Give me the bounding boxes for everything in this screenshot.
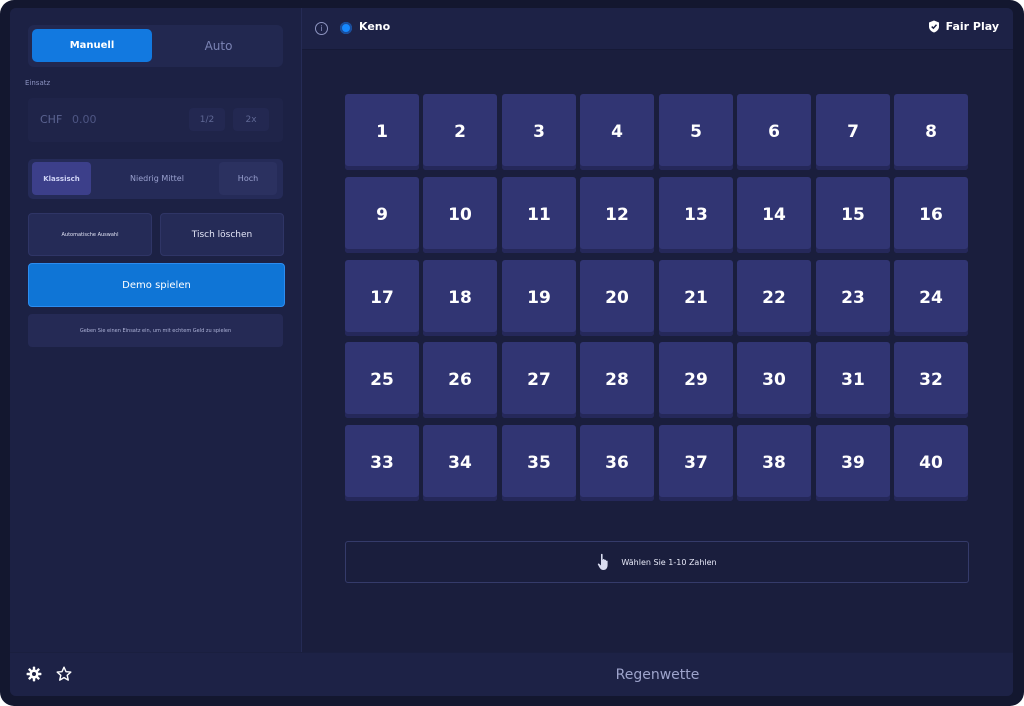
double-stake-button[interactable]: 2x bbox=[233, 108, 269, 131]
auto-select-button[interactable]: Automatische Auswahl bbox=[28, 213, 152, 256]
stake-value[interactable]: 0.00 bbox=[72, 113, 97, 126]
number-tile[interactable]: 28 bbox=[580, 342, 654, 418]
risk-niedrig-mittel[interactable]: Niedrig Mittel bbox=[94, 162, 220, 195]
number-tile[interactable]: 31 bbox=[816, 342, 890, 418]
number-tile[interactable]: 27 bbox=[502, 342, 576, 418]
number-tile[interactable]: 11 bbox=[502, 177, 576, 253]
tab-auto[interactable]: Auto bbox=[158, 29, 279, 62]
game-title: Keno bbox=[359, 20, 391, 33]
tab-manual[interactable]: Manuell bbox=[32, 29, 152, 62]
number-tile[interactable]: 5 bbox=[659, 94, 733, 170]
risk-hoch[interactable]: Hoch bbox=[219, 162, 277, 195]
bet-panel: Manuell Auto Einsatz CHF 0.00 1/2 2x Kla… bbox=[10, 8, 302, 652]
info-icon[interactable]: i bbox=[315, 22, 328, 35]
window-frame: Manuell Auto Einsatz CHF 0.00 1/2 2x Kla… bbox=[0, 0, 1024, 706]
bottom-title: Regenwette bbox=[615, 666, 700, 683]
number-tile[interactable]: 40 bbox=[894, 425, 968, 501]
number-tile[interactable]: 9 bbox=[345, 177, 419, 253]
stake-label: Einsatz bbox=[25, 79, 51, 87]
number-tile[interactable]: 22 bbox=[737, 260, 811, 336]
number-tile[interactable]: 35 bbox=[502, 425, 576, 501]
currency-label: CHF bbox=[40, 113, 63, 126]
number-tile[interactable]: 32 bbox=[894, 342, 968, 418]
clear-table-button[interactable]: Tisch löschen bbox=[160, 213, 284, 256]
hand-pointer-icon bbox=[598, 553, 608, 570]
number-tile[interactable]: 38 bbox=[737, 425, 811, 501]
number-tile[interactable]: 25 bbox=[345, 342, 419, 418]
number-tile[interactable]: 12 bbox=[580, 177, 654, 253]
number-tile[interactable]: 1 bbox=[345, 94, 419, 170]
number-tile[interactable]: 36 bbox=[580, 425, 654, 501]
number-grid: 1 2 3 4 5 6 7 8 9 10 11 12 13 14 15 16 17 18 19 20 21 22 23 24 2… bbox=[345, 94, 969, 502]
number-tile[interactable]: 29 bbox=[659, 342, 733, 418]
fair-play-label: Fair Play bbox=[945, 20, 999, 33]
number-tile[interactable]: 18 bbox=[423, 260, 497, 336]
stake-info-message: Geben Sie einen Einsatz ein, um mit echt… bbox=[28, 314, 283, 347]
game-board: 1 2 3 4 5 6 7 8 9 10 11 12 13 14 15 16 17 18 19 20 21 22 23 24 2… bbox=[302, 50, 1013, 652]
bottom-bar: Regenwette bbox=[10, 653, 1013, 696]
number-tile[interactable]: 33 bbox=[345, 425, 419, 501]
number-tile[interactable]: 39 bbox=[816, 425, 890, 501]
number-tile[interactable]: 14 bbox=[737, 177, 811, 253]
number-tile[interactable]: 26 bbox=[423, 342, 497, 418]
shield-check-icon bbox=[928, 20, 939, 33]
selection-prompt: Wählen Sie 1-10 Zahlen bbox=[345, 541, 969, 583]
number-tile[interactable]: 4 bbox=[580, 94, 654, 170]
number-tile[interactable]: 6 bbox=[737, 94, 811, 170]
number-tile[interactable]: 30 bbox=[737, 342, 811, 418]
number-tile[interactable]: 21 bbox=[659, 260, 733, 336]
number-tile[interactable]: 13 bbox=[659, 177, 733, 253]
mode-switch: Manuell Auto bbox=[28, 25, 283, 67]
number-tile[interactable]: 8 bbox=[894, 94, 968, 170]
prompt-text: Wählen Sie 1-10 Zahlen bbox=[621, 557, 717, 567]
half-stake-button[interactable]: 1/2 bbox=[189, 108, 225, 131]
fair-play-button[interactable]: Fair Play bbox=[928, 20, 999, 33]
number-tile[interactable]: 23 bbox=[816, 260, 890, 336]
risk-selector: Klassisch Niedrig Mittel Hoch bbox=[28, 159, 283, 199]
gear-icon[interactable] bbox=[26, 666, 42, 682]
play-demo-button[interactable]: Demo spielen bbox=[28, 263, 285, 307]
keno-app: Manuell Auto Einsatz CHF 0.00 1/2 2x Kla… bbox=[10, 8, 1013, 696]
number-tile[interactable]: 16 bbox=[894, 177, 968, 253]
stake-input[interactable]: CHF 0.00 1/2 2x bbox=[28, 98, 283, 142]
risk-klassisch[interactable]: Klassisch bbox=[32, 162, 91, 195]
number-tile[interactable]: 19 bbox=[502, 260, 576, 336]
number-tile[interactable]: 7 bbox=[816, 94, 890, 170]
number-tile[interactable]: 37 bbox=[659, 425, 733, 501]
number-tile[interactable]: 17 bbox=[345, 260, 419, 336]
keno-icon bbox=[340, 22, 352, 34]
number-tile[interactable]: 3 bbox=[502, 94, 576, 170]
star-icon[interactable] bbox=[56, 666, 72, 682]
number-tile[interactable]: 15 bbox=[816, 177, 890, 253]
number-tile[interactable]: 10 bbox=[423, 177, 497, 253]
number-tile[interactable]: 24 bbox=[894, 260, 968, 336]
number-tile[interactable]: 2 bbox=[423, 94, 497, 170]
game-header: i Keno Fair Play bbox=[302, 8, 1013, 50]
number-tile[interactable]: 20 bbox=[580, 260, 654, 336]
number-tile[interactable]: 34 bbox=[423, 425, 497, 501]
